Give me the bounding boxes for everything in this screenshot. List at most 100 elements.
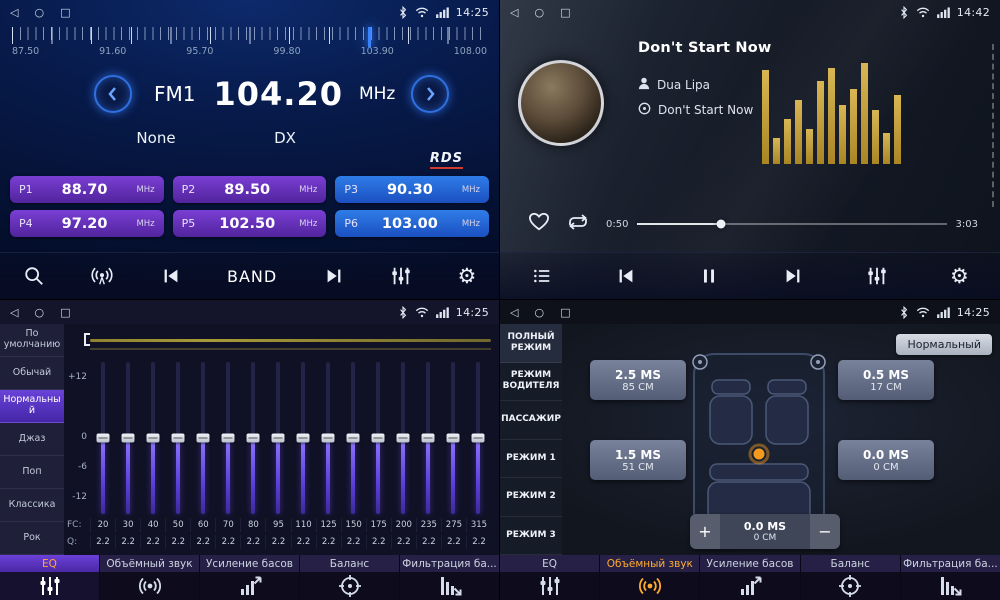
- slider-handle[interactable]: [96, 434, 109, 443]
- slider-handle[interactable]: [271, 434, 284, 443]
- tab-bass-boost[interactable]: Усиление басов: [700, 555, 800, 600]
- surround-mode-item[interactable]: РЕЖИМ 2: [500, 478, 562, 517]
- slider-track[interactable]: [226, 362, 230, 514]
- delay-front-left-button[interactable]: 2.5 MS 85 CM: [590, 360, 686, 400]
- home-icon[interactable]: ○: [534, 6, 544, 19]
- gear-icon[interactable]: ⚙: [457, 266, 476, 287]
- slider-handle[interactable]: [472, 434, 485, 443]
- playlist-icon[interactable]: [531, 266, 553, 286]
- surround-preset-button[interactable]: Нормальный: [896, 334, 992, 355]
- decrease-button[interactable]: −: [810, 514, 840, 549]
- gear-icon[interactable]: ⚙: [950, 266, 969, 287]
- next-track-icon[interactable]: [782, 265, 804, 287]
- slider-track[interactable]: [476, 362, 480, 514]
- search-icon[interactable]: [23, 265, 45, 287]
- slider-handle[interactable]: [422, 434, 435, 443]
- eq-preset-item[interactable]: Поп: [0, 456, 64, 489]
- preset-p3-button[interactable]: P390.30MHz: [335, 176, 489, 203]
- previous-icon[interactable]: [160, 265, 182, 287]
- recents-icon[interactable]: □: [60, 306, 70, 319]
- eq-preset-item[interactable]: Рок: [0, 522, 64, 555]
- slider-handle[interactable]: [447, 434, 460, 443]
- slider-handle[interactable]: [171, 434, 184, 443]
- tab-balance[interactable]: Баланс: [300, 555, 400, 600]
- surround-mode-item[interactable]: ПОЛНЫЙ РЕЖИМ: [500, 324, 562, 363]
- frequency-ruler[interactable]: 87.50 91.60 95.70 99.80 103.90 108.00: [12, 27, 487, 63]
- back-icon[interactable]: ◁: [10, 6, 18, 19]
- slider-handle[interactable]: [221, 434, 234, 443]
- slider-track[interactable]: [301, 362, 305, 514]
- back-icon[interactable]: ◁: [510, 306, 518, 319]
- slider-track[interactable]: [126, 362, 130, 514]
- tab-surround[interactable]: Объёмный звук: [100, 555, 200, 600]
- recents-icon[interactable]: □: [60, 6, 70, 19]
- tune-down-button[interactable]: [94, 75, 132, 113]
- dx-mode-label[interactable]: DX: [274, 129, 296, 147]
- broadcast-scan-icon[interactable]: [90, 265, 114, 287]
- recents-icon[interactable]: □: [560, 306, 570, 319]
- slider-handle[interactable]: [397, 434, 410, 443]
- progress-track[interactable]: [637, 223, 946, 225]
- slider-track[interactable]: [201, 362, 205, 514]
- tab-balance[interactable]: Баланс: [801, 555, 901, 600]
- back-icon[interactable]: ◁: [10, 306, 18, 319]
- slider-track[interactable]: [176, 362, 180, 514]
- slider-handle[interactable]: [246, 434, 259, 443]
- tab-filter[interactable]: Фильтрация ба...: [400, 555, 499, 600]
- next-icon[interactable]: [323, 265, 345, 287]
- slider-track[interactable]: [351, 362, 355, 514]
- audio-settings-icon[interactable]: [390, 265, 412, 287]
- delay-front-right-button[interactable]: 0.5 MS 17 CM: [838, 360, 934, 400]
- pause-icon[interactable]: [699, 265, 719, 287]
- slider-handle[interactable]: [146, 434, 159, 443]
- slider-track[interactable]: [401, 362, 405, 514]
- tab-bass-boost[interactable]: Усиление басов: [200, 555, 300, 600]
- preset-p2-button[interactable]: P289.50MHz: [173, 176, 327, 203]
- delay-rear-left-button[interactable]: 1.5 MS 51 CM: [590, 440, 686, 480]
- favorite-icon[interactable]: [528, 212, 550, 236]
- eq-preset-item[interactable]: Джаз: [0, 423, 64, 456]
- tab-eq[interactable]: EQ: [500, 555, 600, 600]
- home-icon[interactable]: ○: [34, 306, 44, 319]
- preset-p6-button[interactable]: P6103.00MHz: [335, 210, 489, 237]
- eq-preset-item[interactable]: Обычай: [0, 357, 64, 390]
- recents-icon[interactable]: □: [560, 6, 570, 19]
- preset-p1-button[interactable]: P188.70MHz: [10, 176, 164, 203]
- tune-up-button[interactable]: [411, 75, 449, 113]
- slider-track[interactable]: [251, 362, 255, 514]
- repeat-icon[interactable]: [566, 212, 590, 236]
- slider-handle[interactable]: [347, 434, 360, 443]
- slider-track[interactable]: [376, 362, 380, 514]
- slider-track[interactable]: [426, 362, 430, 514]
- slider-handle[interactable]: [121, 434, 134, 443]
- surround-mode-item[interactable]: РЕЖИМ 1: [500, 440, 562, 479]
- slider-handle[interactable]: [297, 434, 310, 443]
- slider-track[interactable]: [151, 362, 155, 514]
- eq-preset-item[interactable]: Классика: [0, 489, 64, 522]
- progress-knob[interactable]: [716, 220, 725, 229]
- slider-handle[interactable]: [322, 434, 335, 443]
- mixer-icon[interactable]: [866, 265, 888, 287]
- slider-handle[interactable]: [372, 434, 385, 443]
- eq-preset-item[interactable]: Нормальный: [0, 390, 64, 423]
- band-button[interactable]: BAND: [227, 267, 277, 286]
- tab-filter[interactable]: Фильтрация ба...: [901, 555, 1000, 600]
- home-icon[interactable]: ○: [534, 306, 544, 319]
- home-icon[interactable]: ○: [34, 6, 44, 19]
- slider-track[interactable]: [451, 362, 455, 514]
- eq-preset-item[interactable]: По умолчанию: [0, 324, 64, 357]
- surround-mode-item[interactable]: ПАССАЖИР: [500, 401, 562, 440]
- surround-mode-item[interactable]: РЕЖИМ 3: [500, 517, 562, 556]
- increase-button[interactable]: +: [690, 514, 720, 549]
- frequency-marker[interactable]: [368, 27, 371, 47]
- slider-track[interactable]: [276, 362, 280, 514]
- surround-mode-item[interactable]: РЕЖИМ ВОДИТЕЛЯ: [500, 363, 562, 402]
- previous-track-icon[interactable]: [615, 265, 637, 287]
- tab-surround[interactable]: Объёмный звук: [600, 555, 700, 600]
- preset-p5-button[interactable]: P5102.50MHz: [173, 210, 327, 237]
- tab-eq[interactable]: EQ: [0, 555, 100, 600]
- slider-track[interactable]: [326, 362, 330, 514]
- slider-track[interactable]: [101, 362, 105, 514]
- back-icon[interactable]: ◁: [510, 6, 518, 19]
- delay-rear-right-button[interactable]: 0.0 MS 0 CM: [838, 440, 934, 480]
